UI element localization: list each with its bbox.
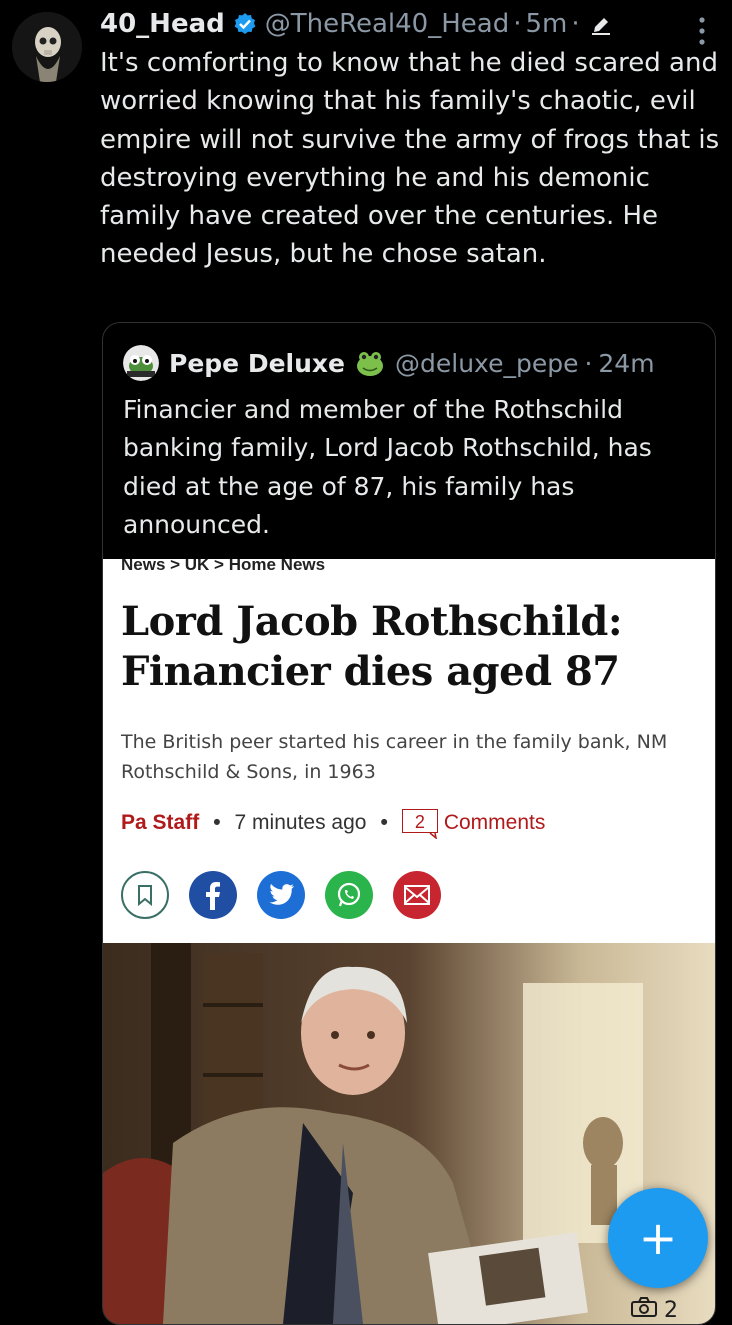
facebook-icon xyxy=(189,871,237,919)
share-buttons xyxy=(121,871,441,919)
header-separator: · xyxy=(513,9,522,39)
quoted-tweet-time[interactable]: 24m xyxy=(598,349,654,378)
header-separator-2: · xyxy=(571,9,580,39)
quoted-tweet-header: Pepe Deluxe @deluxe_pepe · 24m xyxy=(123,343,655,383)
more-options-icon[interactable] xyxy=(692,14,712,48)
quoted-author-handle[interactable]: @deluxe_pepe xyxy=(395,349,578,378)
article-breadcrumb: News > UK > Home News xyxy=(121,559,326,574)
tweet-time[interactable]: 5m xyxy=(525,9,567,39)
tweet-header: 40_Head @TheReal40_Head · 5m · xyxy=(100,4,712,44)
author-handle[interactable]: @TheReal40_Head xyxy=(265,9,509,39)
compose-post-button[interactable]: + xyxy=(608,1188,708,1288)
comment-bubble-icon: 2 xyxy=(401,809,440,839)
email-icon xyxy=(393,871,441,919)
quoted-tweet-text: Financier and member of the Rothschild b… xyxy=(123,395,652,539)
tweet-text: It's comforting to know that he died sca… xyxy=(100,48,720,270)
whatsapp-icon xyxy=(325,871,373,919)
article-meta: Pa Staff • 7 minutes ago • 2 Comments xyxy=(121,809,546,839)
quoted-tweet-card[interactable]: Pepe Deluxe @deluxe_pepe · 24m Financier… xyxy=(102,322,716,1325)
quoted-header-separator: · xyxy=(584,348,593,378)
comments-label: Comments xyxy=(443,811,546,834)
article-time-ago: 7 minutes ago xyxy=(234,811,367,834)
article-screenshot[interactable]: News > UK > Home News Lord Jacob Rothsch… xyxy=(103,559,715,943)
article-author: Pa Staff xyxy=(121,811,200,834)
quoted-author-avatar[interactable] xyxy=(123,345,159,381)
twitter-bird-icon xyxy=(257,871,305,919)
author-avatar[interactable] xyxy=(12,12,82,82)
media-count-indicator: 2 xyxy=(630,1296,678,1324)
verified-badge-icon xyxy=(233,12,257,36)
article-subhead: The British peer started his career in t… xyxy=(121,731,668,783)
meta-bullet-2: • xyxy=(380,811,388,834)
article-headline: Lord Jacob Rothschild: Financier dies ag… xyxy=(121,598,623,695)
camera-icon xyxy=(630,1296,658,1324)
media-count: 2 xyxy=(664,1297,678,1323)
meta-bullet: • xyxy=(213,811,221,834)
frog-emoji-icon xyxy=(355,348,385,378)
edited-pencil-icon[interactable] xyxy=(590,13,612,35)
author-name[interactable]: 40_Head xyxy=(100,9,225,39)
bookmark-icon xyxy=(121,871,169,919)
quoted-author-name[interactable]: Pepe Deluxe xyxy=(169,349,345,378)
